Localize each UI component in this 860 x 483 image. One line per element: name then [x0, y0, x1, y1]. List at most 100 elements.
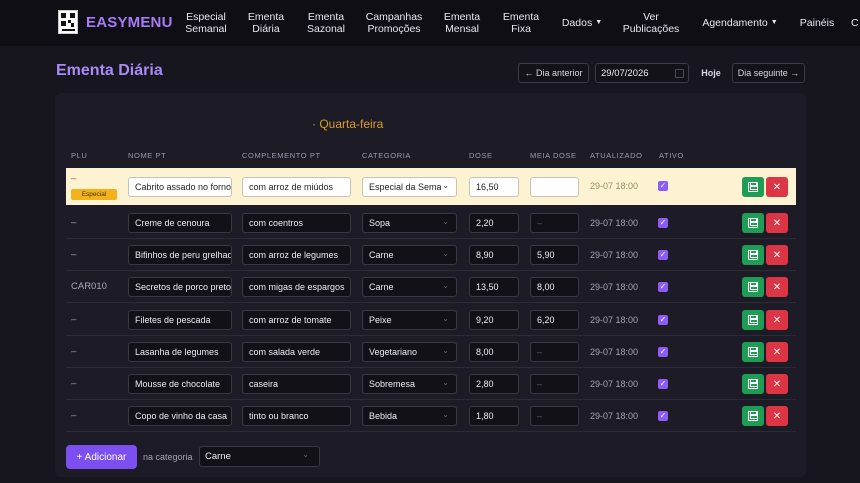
nav-agendamento-dropdown[interactable]: Agendamento ▼ — [699, 0, 781, 46]
nome-input[interactable]: Filetes de pescada — [128, 310, 232, 330]
nome-input[interactable]: Creme de cenoura — [128, 213, 232, 233]
dose-input[interactable]: 8,00 — [469, 342, 519, 362]
close-icon: ✕ — [772, 217, 782, 229]
delete-button[interactable]: ✕ — [766, 342, 788, 362]
complemento-input[interactable]: com arroz de tomate — [242, 310, 351, 330]
delete-button[interactable]: ✕ — [766, 177, 788, 197]
categoria-select[interactable]: Peixe ⌄ — [362, 310, 457, 330]
categoria-value: Peixe — [369, 315, 392, 325]
nav-overflow-item[interactable]: C — [851, 0, 860, 46]
categoria-value: Sopa — [369, 218, 391, 228]
ativo-checkbox[interactable]: ✓ — [658, 411, 668, 421]
meia-dose-input[interactable]: 5,90 — [530, 245, 579, 265]
nome-input[interactable]: Copo de vinho da casa — [128, 406, 232, 426]
updated-timestamp: 29-07 18:00 — [590, 218, 639, 228]
nome-input[interactable]: Secretos de porco preto — [128, 277, 232, 297]
add-item-button[interactable]: + Adicionar — [66, 445, 137, 469]
table-row: – Creme de cenoura com coentros Sopa ⌄ 2,20–2… — [66, 207, 796, 239]
save-button[interactable] — [742, 213, 764, 233]
dose-input[interactable]: 1,80 — [469, 406, 519, 426]
nome-input[interactable]: Bifinhos de peru grelhados — [128, 245, 232, 265]
meia-dose-input[interactable]: – — [530, 213, 579, 233]
add-category-select[interactable]: Carne ⌄ — [199, 446, 320, 467]
categoria-select[interactable]: Bebida ⌄ — [362, 406, 457, 426]
complemento-input[interactable]: com salada verde — [242, 342, 351, 362]
calendar-icon[interactable] — [675, 69, 684, 78]
dose-input[interactable]: 13,50 — [469, 277, 519, 297]
save-button[interactable] — [742, 406, 764, 426]
delete-button[interactable]: ✕ — [766, 277, 788, 297]
meia-dose-input[interactable]: – — [530, 342, 579, 362]
table-row: – Copo de vinho da casa tinto ou branco Beb… — [66, 400, 796, 432]
col-header-complemento: COMPLEMENTO PT — [242, 151, 321, 160]
save-button[interactable] — [742, 245, 764, 265]
dose-input[interactable]: 2,80 — [469, 374, 519, 394]
save-button[interactable] — [742, 310, 764, 330]
nav-especial-semanal[interactable]: Especial Semanal — [182, 0, 230, 46]
ativo-checkbox[interactable]: ✓ — [658, 181, 668, 191]
nome-input[interactable]: Mousse de chocolate — [128, 374, 232, 394]
dose-input[interactable]: 8,90 — [469, 245, 519, 265]
categoria-select[interactable]: Sopa ⌄ — [362, 213, 457, 233]
ativo-checkbox[interactable]: ✓ — [658, 282, 668, 292]
dose-input[interactable]: 2,20 — [469, 213, 519, 233]
save-button[interactable] — [742, 374, 764, 394]
qr-logo-icon — [58, 10, 78, 34]
complemento-input[interactable]: com arroz de miúdos — [242, 177, 351, 197]
delete-button[interactable]: ✕ — [766, 406, 788, 426]
complemento-input[interactable]: tinto ou branco — [242, 406, 351, 426]
nav-paineis[interactable]: Painéis — [797, 0, 837, 46]
complemento-input[interactable]: com arroz de legumes — [242, 245, 351, 265]
delete-button[interactable]: ✕ — [766, 374, 788, 394]
date-input[interactable]: 29/07/2026 — [595, 63, 689, 83]
brand[interactable]: EASYMENU — [58, 10, 173, 34]
ativo-checkbox[interactable]: ✓ — [658, 315, 668, 325]
prev-day-button[interactable]: ← Dia anterior — [518, 63, 589, 83]
categoria-select[interactable]: Carne ⌄ — [362, 245, 457, 265]
plu-value: – — [71, 410, 77, 421]
special-badge: Especial — [71, 189, 117, 200]
ativo-checkbox[interactable]: ✓ — [658, 347, 668, 357]
ativo-checkbox[interactable]: ✓ — [658, 379, 668, 389]
complemento-input[interactable]: com migas de espargos — [242, 277, 351, 297]
col-header-atualizado: ATUALIZADO — [590, 151, 643, 160]
close-icon: ✕ — [772, 378, 782, 390]
nav-ementa-diaria[interactable]: Ementa Diária — [245, 0, 287, 46]
meia-dose-input[interactable]: – — [530, 374, 579, 394]
chevron-down-icon: ⌄ — [302, 450, 309, 459]
categoria-select[interactable]: Sobremesa ⌄ — [362, 374, 457, 394]
complemento-input[interactable]: com coentros — [242, 213, 351, 233]
categoria-select[interactable]: Especial da Semana⌄ — [362, 177, 457, 197]
delete-button[interactable]: ✕ — [766, 213, 788, 233]
ativo-checkbox[interactable]: ✓ — [658, 218, 668, 228]
save-button[interactable] — [742, 177, 764, 197]
dose-input[interactable]: 9,20 — [469, 310, 519, 330]
save-button[interactable] — [742, 342, 764, 362]
meia-dose-input[interactable]: – — [530, 406, 579, 426]
close-icon: ✕ — [772, 249, 782, 261]
meia-dose-input[interactable] — [530, 177, 579, 197]
nav-ementa-fixa[interactable]: Ementa Fixa — [500, 0, 542, 46]
delete-button[interactable]: ✕ — [766, 310, 788, 330]
dose-input[interactable]: 16,50 — [469, 177, 519, 197]
nav-ementa-sazonal[interactable]: Ementa Sazonal — [304, 0, 348, 46]
categoria-select[interactable]: Carne ⌄ — [362, 277, 457, 297]
next-day-button[interactable]: Dia seguinte → — [732, 63, 805, 83]
complemento-input[interactable]: caseira — [242, 374, 351, 394]
updated-timestamp: 29-07 18:00 — [590, 347, 639, 357]
meia-dose-input[interactable]: 8,00 — [530, 277, 579, 297]
delete-button[interactable]: ✕ — [766, 245, 788, 265]
categoria-select[interactable]: Vegetariano ⌄ — [362, 342, 457, 362]
save-button[interactable] — [742, 277, 764, 297]
nav-ementa-mensal[interactable]: Ementa Mensal — [441, 0, 483, 46]
ativo-checkbox[interactable]: ✓ — [658, 250, 668, 260]
save-icon — [748, 250, 758, 260]
today-button[interactable]: Hoje — [696, 63, 726, 83]
meia-dose-input[interactable]: 6,20 — [530, 310, 579, 330]
nome-input[interactable]: Cabrito assado no forno — [128, 177, 232, 197]
nome-input[interactable]: Lasanha de legumes — [128, 342, 232, 362]
nav-ver-publicacoes[interactable]: Ver Publicações — [620, 0, 682, 46]
nav-dados-dropdown[interactable]: Dados ▼ — [560, 0, 604, 46]
nav-campanhas-promocoes[interactable]: Campanhas Promoções — [363, 0, 425, 46]
chevron-down-icon: ⌄ — [442, 378, 449, 387]
